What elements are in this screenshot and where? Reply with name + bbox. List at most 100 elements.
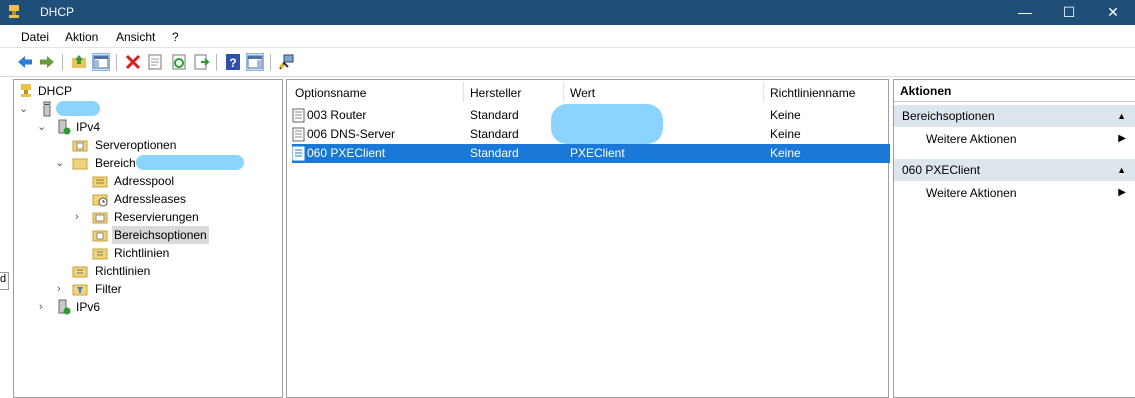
action-section-bereichsoptionen[interactable]: Bereichsoptionen ▲	[894, 105, 1135, 127]
left-edge-label: d	[0, 273, 7, 285]
toolbar-separator	[216, 54, 217, 71]
policies-icon	[92, 248, 108, 260]
close-button[interactable]: ✕	[1090, 0, 1135, 25]
toolbar-separator	[62, 54, 63, 71]
cell-value: PXEClient	[570, 146, 625, 160]
forward-arrow-icon[interactable]	[38, 53, 56, 71]
tree-label-dhcp: DHCP	[38, 84, 73, 98]
redacted-scope-name	[136, 155, 244, 170]
menu-help[interactable]: ?	[172, 30, 179, 44]
column-richtlinienname[interactable]: Richtlinienname	[770, 86, 855, 100]
ipv4-server-icon	[58, 119, 71, 135]
submenu-arrow-icon: ▶	[1118, 133, 1126, 144]
actions-pane: Aktionen Bereichsoptionen ▲ Weitere Akti…	[893, 79, 1135, 398]
option-doc-icon	[292, 146, 305, 161]
tree-label-serveroptionen: Serveroptionen	[95, 138, 177, 152]
reservations-icon	[92, 212, 108, 224]
column-divider[interactable]	[563, 82, 564, 102]
menu-ansicht[interactable]: Ansicht	[116, 30, 155, 44]
cell-vendor: Standard	[470, 146, 519, 160]
collapse-triangle-icon[interactable]: ▲	[1117, 105, 1126, 127]
option-doc-icon	[292, 127, 305, 142]
column-hersteller[interactable]: Hersteller	[470, 86, 521, 100]
delete-icon[interactable]	[124, 53, 142, 71]
ipv6-server-icon	[58, 299, 71, 315]
tree-label-richtlinien: Richtlinien	[95, 264, 151, 278]
action-item-label: Weitere Aktionen	[926, 186, 1017, 200]
toolbar-separator	[116, 54, 117, 71]
chevron-right-icon[interactable]: ›	[57, 280, 61, 298]
tree-label-ipv6: IPv6	[76, 300, 101, 314]
collapse-triangle-icon[interactable]: ▲	[1117, 159, 1126, 181]
column-divider[interactable]	[763, 82, 764, 102]
chevron-down-icon[interactable]: ⌄	[37, 118, 46, 136]
action-item-weitere-aktionen[interactable]: Weitere Aktionen ▶	[894, 182, 1135, 204]
tree-label-reservierungen: Reservierungen	[114, 210, 199, 224]
cell-vendor: Standard	[470, 108, 519, 122]
folder-options-icon	[72, 140, 88, 152]
chevron-right-icon[interactable]: ›	[75, 208, 79, 226]
server-icon	[43, 101, 51, 117]
svg-text:?: ?	[229, 56, 236, 70]
toolbar: ?	[0, 47, 1135, 77]
chevron-down-icon[interactable]: ⌄	[55, 154, 64, 172]
show-hide-action-pane-icon[interactable]	[246, 53, 264, 71]
cell-option-name: 006 DNS-Server	[307, 127, 396, 141]
tree-label-adressleases: Adressleases	[114, 192, 187, 206]
dhcp-app-icon	[9, 5, 19, 18]
action-item-weitere-aktionen[interactable]: Weitere Aktionen ▶	[894, 128, 1135, 150]
column-wert[interactable]: Wert	[570, 86, 595, 100]
up-folder-icon[interactable]	[70, 53, 88, 71]
cell-option-name: 060 PXEClient	[307, 146, 386, 160]
filter-icon	[72, 284, 88, 296]
address-leases-icon	[92, 194, 108, 207]
column-divider[interactable]	[463, 82, 464, 102]
folder-icon	[72, 158, 88, 170]
maximize-button[interactable]: ☐	[1046, 0, 1092, 25]
tree-label-bereichsoptionen: Bereichsoptionen	[112, 226, 209, 244]
chevron-down-icon[interactable]: ⌄	[19, 100, 28, 118]
menu-datei[interactable]: Datei	[21, 30, 49, 44]
options-list: Optionsname Hersteller Wert Richtlinienn…	[286, 79, 890, 398]
tree-label-adresspool: Adresspool	[114, 174, 175, 188]
tree-label-ipv4: IPv4	[76, 120, 101, 134]
export-list-icon[interactable]	[192, 53, 210, 71]
cell-option-name: 003 Router	[307, 108, 367, 122]
help-icon[interactable]: ?	[224, 53, 242, 71]
tree-label-bereich: Bereich	[95, 156, 136, 170]
redacted-values	[551, 104, 663, 144]
policies-icon	[72, 266, 88, 278]
address-pool-icon	[92, 176, 108, 188]
dhcp-trophy-icon	[21, 84, 31, 97]
window-title: DHCP	[40, 5, 75, 19]
minimize-button[interactable]: —	[1002, 0, 1048, 25]
tree-label-filter: Filter	[95, 282, 122, 296]
option-doc-icon	[292, 108, 305, 123]
actions-header: Aktionen	[894, 80, 1135, 102]
chevron-right-icon[interactable]: ›	[39, 298, 43, 316]
cell-policy: Keine	[770, 146, 801, 160]
menu-bar: Datei Aktion Ansicht ?	[0, 25, 1135, 47]
network-computer-icon[interactable]	[278, 53, 296, 71]
left-edge-fragment: d	[0, 272, 9, 290]
refresh-icon[interactable]	[170, 53, 188, 71]
tree-label-richtlinien-scope: Richtlinien	[114, 246, 170, 260]
table-row-selected[interactable]: 060 PXEClient Standard PXEClient Keine	[292, 144, 890, 163]
redacted-server-name	[56, 101, 100, 116]
list-header: Optionsname Hersteller Wert Richtlinienn…	[287, 80, 888, 104]
properties-icon[interactable]	[146, 53, 164, 71]
column-optionsname[interactable]: Optionsname	[295, 86, 366, 100]
toolbar-separator	[270, 54, 271, 71]
title-bar: DHCP — ☐ ✕	[0, 0, 1135, 25]
cell-policy: Keine	[770, 108, 801, 122]
menu-aktion[interactable]: Aktion	[65, 30, 98, 44]
action-section-060-pxeclient[interactable]: 060 PXEClient ▲	[894, 159, 1135, 181]
action-section-title: Bereichsoptionen	[902, 109, 995, 123]
show-hide-console-tree-icon[interactable]	[92, 53, 110, 71]
action-item-label: Weitere Aktionen	[926, 132, 1017, 146]
submenu-arrow-icon: ▶	[1118, 187, 1126, 198]
cell-policy: Keine	[770, 127, 801, 141]
action-section-title: 060 PXEClient	[902, 163, 981, 177]
folder-options-icon	[92, 230, 108, 242]
back-arrow-icon[interactable]	[16, 53, 34, 71]
